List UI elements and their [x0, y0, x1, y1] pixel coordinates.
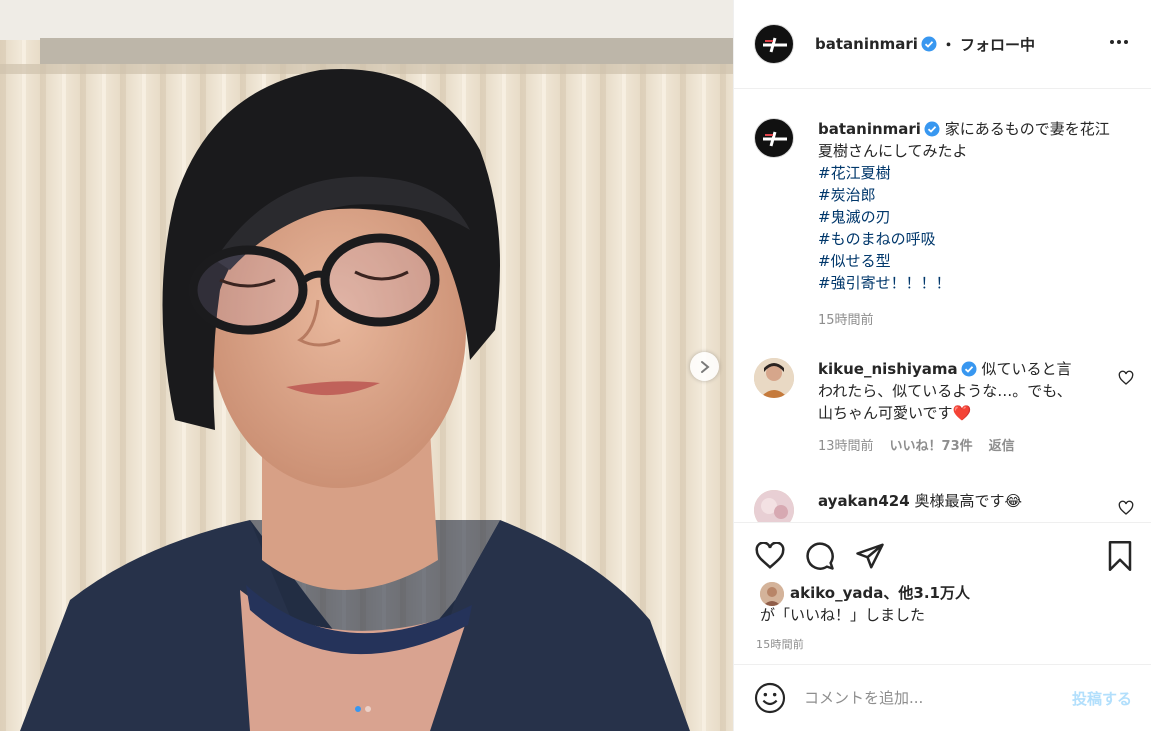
- caption-timestamp[interactable]: 15時間前: [818, 310, 1118, 332]
- comment-like-icon[interactable]: [1118, 500, 1134, 516]
- heart-icon: [755, 542, 785, 569]
- following-button[interactable]: フォロー中: [960, 34, 1035, 55]
- post-header: bataninmari ・ フォロー中: [734, 0, 1151, 89]
- caption-author-avatar[interactable]: [754, 118, 794, 158]
- comments-list[interactable]: bataninmari 家にあるもので妻を花江夏樹さんにしてみたよ #花江夏樹 …: [734, 90, 1151, 522]
- verified-badge-icon: [924, 121, 940, 137]
- commenter-username[interactable]: ayakan424: [818, 492, 910, 510]
- comment-text: 奥様最高です: [914, 492, 1005, 510]
- likes-others[interactable]: 、他3.1万人: [883, 584, 970, 602]
- commenter-photo: [754, 490, 794, 522]
- post-comment-button[interactable]: 投稿する: [1072, 688, 1132, 709]
- author-logo-icon: [763, 37, 787, 53]
- emoji-icon[interactable]: [754, 682, 786, 714]
- author-username[interactable]: bataninmari: [815, 35, 918, 53]
- like-button[interactable]: [754, 540, 786, 572]
- carousel-dot-active: [355, 706, 361, 712]
- share-icon: [856, 543, 884, 569]
- comment-meta: 13時間前 いいね！73件 返信: [818, 436, 1080, 458]
- carousel-dot: [365, 706, 371, 712]
- comment-like-icon[interactable]: [1118, 370, 1134, 386]
- hashtag-link[interactable]: #炭治郎: [818, 184, 1118, 206]
- comment-input[interactable]: [804, 689, 1044, 707]
- verified-badge-icon: [921, 36, 937, 52]
- hashtag-link[interactable]: #鬼滅の刃: [818, 206, 1118, 228]
- bookmark-icon: [1108, 541, 1132, 571]
- hashtag-link[interactable]: #似せる型: [818, 250, 1118, 272]
- post-photo[interactable]: [0, 0, 733, 731]
- post-actions: akiko_yada、他3.1万人 が「いいね！」しました 15時間前: [734, 522, 1151, 664]
- commenter-photo: [754, 358, 794, 398]
- comment-item: ayakan424 奥様最高です😂: [754, 490, 1134, 522]
- chevron-right-icon: [700, 360, 710, 373]
- reply-button[interactable]: 返信: [989, 436, 1015, 458]
- likes-suffix: が「いいね！」しました: [760, 606, 926, 624]
- next-photo-button[interactable]: [690, 352, 719, 381]
- heart-emoji: ❤️: [952, 404, 972, 422]
- liker-photo: [760, 582, 784, 606]
- share-button[interactable]: [854, 540, 886, 572]
- likes-summary: akiko_yada、他3.1万人 が「いいね！」しました: [760, 582, 970, 626]
- photo-scene: [0, 0, 733, 731]
- author-logo-icon: [763, 131, 787, 147]
- caption-username[interactable]: bataninmari: [818, 120, 921, 138]
- add-comment-bar: 投稿する: [734, 664, 1151, 731]
- comment-button[interactable]: [804, 540, 836, 572]
- author-avatar[interactable]: [754, 24, 794, 64]
- comment-likes-count[interactable]: いいね！73件: [890, 436, 973, 458]
- verified-badge-icon: [961, 361, 977, 377]
- commenter-avatar[interactable]: [754, 490, 794, 522]
- save-button[interactable]: [1104, 540, 1136, 572]
- commenter-username[interactable]: kikue_nishiyama: [818, 360, 958, 378]
- hashtag-link[interactable]: #強引寄せ！！！！: [818, 272, 1118, 294]
- liker-username[interactable]: akiko_yada: [790, 584, 883, 602]
- more-options-icon[interactable]: [1106, 36, 1132, 48]
- header-separator: ・: [940, 35, 956, 54]
- hashtag-link[interactable]: #ものまねの呼吸: [818, 228, 1118, 250]
- commenter-avatar[interactable]: [754, 358, 794, 398]
- post-timestamp[interactable]: 15時間前: [756, 636, 804, 652]
- liker-avatar[interactable]: [760, 582, 784, 606]
- comment-icon: [806, 542, 834, 570]
- comment-item: kikue_nishiyama 似ていると言われたら、似ているような…。でも、山…: [754, 358, 1134, 458]
- post-caption: bataninmari 家にあるもので妻を花江夏樹さんにしてみたよ #花江夏樹 …: [754, 118, 1118, 332]
- carousel-indicator: [355, 706, 371, 712]
- laughing-emoji: 😂: [1004, 492, 1022, 510]
- post-side-panel: bataninmari ・ フォロー中 bataninmari 家にあるもので妻…: [733, 0, 1151, 731]
- comment-timestamp[interactable]: 13時間前: [818, 436, 874, 458]
- hashtag-link[interactable]: #花江夏樹: [818, 162, 1118, 184]
